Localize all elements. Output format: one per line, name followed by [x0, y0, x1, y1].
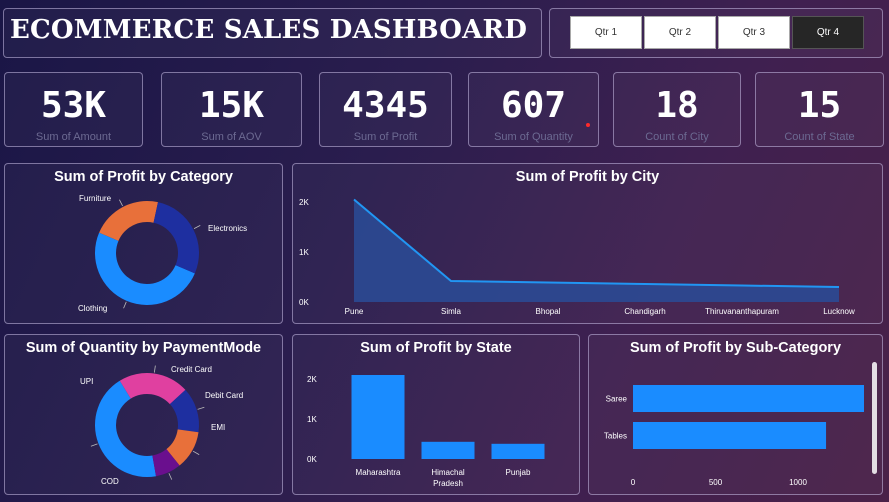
kpi-label: Sum of Quantity — [494, 131, 573, 143]
x-tick-label: Simla — [441, 307, 462, 316]
slice-label: EMI — [211, 423, 225, 432]
bar-himachal-pradesh — [421, 441, 475, 459]
kpi-value: 607 — [500, 85, 567, 126]
kpi-label: Count of State — [784, 131, 855, 143]
kpi-card-profit: 4345 Sum of Profit — [319, 72, 452, 147]
bar-saree — [633, 385, 864, 412]
subcategory-scrollbar[interactable] — [872, 362, 877, 474]
leader-line — [153, 365, 156, 373]
kpi-label: Sum of Amount — [35, 131, 112, 143]
red-dot-marker — [586, 123, 590, 127]
y-tick-label: 0K — [307, 455, 317, 464]
bar-tables — [633, 422, 827, 449]
slice-label: COD — [101, 477, 119, 486]
x-tick-label: Maharashtra — [356, 468, 401, 477]
x-tick-label: 500 — [709, 478, 723, 487]
x-tick-label: 1000 — [789, 478, 807, 487]
leader-line — [90, 443, 98, 447]
kpi-card-city: 18 Count of City — [613, 72, 741, 147]
x-tick-label: Thiruvananthapuram — [705, 307, 779, 316]
slice-label: Debit Card — [205, 391, 243, 400]
donut-slice-electronics — [153, 202, 200, 274]
x-tick-label: 0 — [631, 478, 636, 487]
slice-label: Clothing — [78, 304, 107, 313]
x-tick-label: Punjab — [506, 468, 531, 477]
bar-maharashtra — [351, 375, 405, 459]
profit-by-city-card: Sum of Profit by City 0K 1K 2K Pune Simla Bho… — [292, 163, 883, 324]
donut-slice-cod — [94, 380, 157, 477]
leader-line — [197, 406, 205, 410]
x-tick-label: Himachal Pradesh — [431, 468, 465, 488]
qtr-1-button[interactable]: Qtr 1 — [570, 16, 642, 49]
kpi-value: 18 — [655, 85, 699, 126]
qtr-3-button[interactable]: Qtr 3 — [718, 16, 790, 49]
profit-by-state-card: Sum of Profit by State 0K 1K 2K Maharashtra… — [292, 334, 580, 495]
profit-by-city-area-chart[interactable]: 0K 1K 2K Pune Simla Bhopal Chandigarh Thiruvana… — [293, 164, 884, 325]
kpi-card-quantity: 607 Sum of Quantity — [468, 72, 599, 147]
kpi-card-state: 15 Count of State — [755, 72, 884, 147]
slice-label: Credit Card — [171, 365, 212, 374]
kpi-label: Count of City — [645, 131, 709, 143]
quantity-by-paymentmode-card: Sum of Quantity by PaymentMode COD UPI Cre… — [4, 334, 283, 495]
leader-line — [192, 450, 200, 455]
kpi-label: Sum of Profit — [353, 131, 418, 143]
dashboard-title-panel: ECOMMERCE SALES DASHBOARD — [3, 8, 542, 58]
donut-slice-furniture — [99, 201, 158, 241]
qtr-2-button[interactable]: Qtr 2 — [644, 16, 716, 49]
y-tick-label: 0K — [299, 298, 309, 307]
leader-line — [193, 225, 201, 229]
kpi-value: 53K — [40, 85, 107, 126]
slice-label: Electronics — [208, 224, 247, 233]
leader-line — [168, 473, 173, 480]
kpi-card-amount: 53K Sum of Amount — [4, 72, 143, 147]
x-tick-label: Lucknow — [823, 307, 855, 316]
leader-line — [123, 301, 127, 309]
profit-by-category-donut[interactable]: Clothing Furniture Electronics — [5, 164, 284, 325]
profit-by-state-bar-chart[interactable]: 0K 1K 2K Maharashtra Himachal Pradesh Punjab — [293, 335, 581, 496]
quantity-by-paymentmode-donut[interactable]: COD UPI Credit Card Debit Card EMI — [5, 335, 284, 496]
slice-label: UPI — [80, 377, 93, 386]
y-tick-label: 2K — [299, 198, 309, 207]
x-tick-label: Bhopal — [536, 307, 561, 316]
quarter-slicer: Qtr 1 Qtr 2 Qtr 3 Qtr 4 — [549, 8, 883, 58]
x-tick-label: Pune — [345, 307, 364, 316]
kpi-value: 4345 — [342, 85, 429, 126]
profit-by-subcategory-card: Sum of Profit by Sub-Category Saree Table… — [588, 334, 883, 495]
kpi-value: 15 — [797, 85, 842, 126]
profit-by-category-card: Sum of Profit by Category Clothing Furnit… — [4, 163, 283, 324]
qtr-4-button[interactable]: Qtr 4 — [792, 16, 864, 49]
profit-by-subcategory-bar-chart[interactable]: Saree Tables 0 500 1000 — [589, 335, 884, 496]
y-tick-label: 1K — [299, 248, 309, 257]
x-tick-label: Chandigarh — [624, 307, 665, 316]
page-title: ECOMMERCE SALES DASHBOARD — [10, 15, 528, 45]
y-tick-label: 1K — [307, 415, 317, 424]
y-tick-label: 2K — [307, 375, 317, 384]
kpi-value: 15K — [198, 85, 265, 126]
slice-label: Furniture — [79, 194, 112, 203]
y-tick-label: Saree — [606, 395, 628, 404]
y-tick-label: Tables — [604, 432, 627, 441]
leader-line — [119, 199, 123, 207]
kpi-label: Sum of AOV — [201, 131, 262, 143]
kpi-card-aov: 15K Sum of AOV — [161, 72, 302, 147]
bar-punjab — [491, 443, 545, 459]
